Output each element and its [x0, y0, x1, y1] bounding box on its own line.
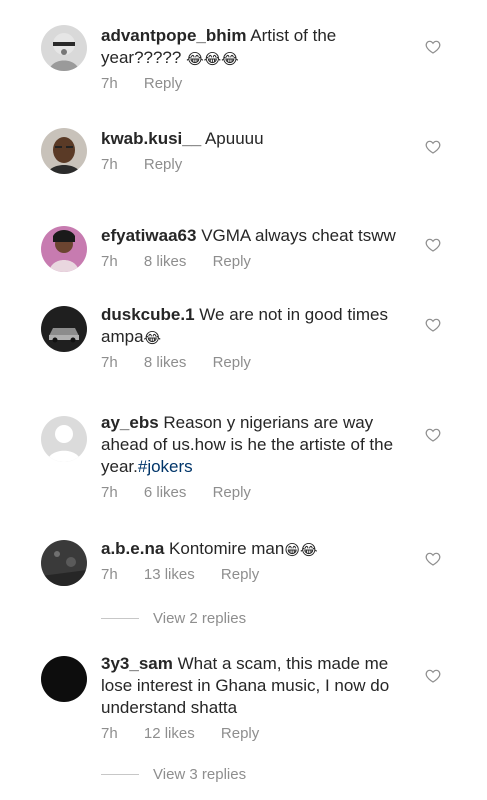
- likes-count[interactable]: 8 likes: [144, 253, 187, 270]
- comment-body: Kontomire man: [169, 539, 285, 558]
- reply-button[interactable]: Reply: [213, 354, 251, 371]
- heart-outline-icon[interactable]: [425, 317, 441, 333]
- grin-laugh-emoji-icon: 😁😂: [284, 542, 318, 559]
- comment-meta: 7h 8 likes Reply: [101, 354, 411, 372]
- hashtag-link[interactable]: #jokers: [138, 457, 193, 476]
- comment-username[interactable]: efyatiwaa63: [101, 226, 196, 245]
- avatar[interactable]: [41, 306, 87, 352]
- comment-text: a.b.e.na Kontomire man😁😂: [101, 538, 411, 560]
- heart-outline-icon[interactable]: [425, 668, 441, 684]
- comment-time: 7h: [101, 566, 118, 583]
- view-replies-label: View 3 replies: [153, 766, 247, 783]
- comment-time: 7h: [101, 354, 118, 371]
- avatar-image: [41, 128, 87, 174]
- view-replies-button[interactable]: View 3 replies: [101, 766, 246, 783]
- comment-time: 7h: [101, 725, 118, 742]
- avatar[interactable]: [41, 128, 87, 174]
- likes-count[interactable]: 6 likes: [144, 484, 187, 501]
- heart-outline-icon[interactable]: [425, 237, 441, 253]
- avatar[interactable]: [41, 540, 87, 586]
- avatar[interactable]: [41, 226, 87, 272]
- comment-text: ay_ebs Reason y nigerians are way ahead …: [101, 412, 411, 478]
- comment-username[interactable]: advantpope_bhim: [101, 26, 246, 45]
- comment-username[interactable]: a.b.e.na: [101, 539, 164, 558]
- avatar-image: [41, 416, 87, 462]
- likes-count[interactable]: 12 likes: [144, 725, 195, 742]
- avatar[interactable]: [41, 25, 87, 71]
- comment-username[interactable]: 3y3_sam: [101, 654, 173, 673]
- comment-text: efyatiwaa63 VGMA always cheat tsww: [101, 225, 411, 247]
- default-avatar-icon[interactable]: [41, 416, 87, 462]
- avatar[interactable]: [41, 656, 87, 702]
- likes-count[interactable]: 13 likes: [144, 566, 195, 583]
- likes-count[interactable]: 8 likes: [144, 354, 187, 371]
- avatar-image: [41, 306, 87, 352]
- comment-text: duskcube.1 We are not in good times ampa…: [101, 304, 411, 348]
- comment-text: kwab.kusi__ Apuuuu: [101, 128, 411, 150]
- heart-outline-icon[interactable]: [425, 427, 441, 443]
- comment-meta: 7h 8 likes Reply: [101, 253, 411, 271]
- comment-meta: 7h 12 likes Reply: [101, 725, 411, 743]
- reply-button[interactable]: Reply: [221, 566, 259, 583]
- avatar-image: [41, 540, 87, 586]
- comment-meta: 7h Reply: [101, 156, 411, 174]
- view-replies-label: View 2 replies: [153, 610, 247, 627]
- heart-outline-icon[interactable]: [425, 139, 441, 155]
- comment-username[interactable]: duskcube.1: [101, 305, 195, 324]
- comment-body: VGMA always cheat tsww: [201, 226, 396, 245]
- comment-time: 7h: [101, 75, 118, 92]
- avatar-image: [41, 25, 87, 71]
- heart-outline-icon[interactable]: [425, 551, 441, 567]
- comment-meta: 7h 13 likes Reply: [101, 566, 411, 584]
- comment-username[interactable]: ay_ebs: [101, 413, 159, 432]
- comment-text: advantpope_bhim Artist of the year????? …: [101, 25, 411, 69]
- laughing-emoji-icon: 😂😂😂: [186, 51, 239, 68]
- laughing-emoji-icon: 😂: [143, 330, 162, 347]
- replies-divider: [101, 618, 139, 619]
- reply-button[interactable]: Reply: [221, 725, 259, 742]
- replies-divider: [101, 774, 139, 775]
- reply-button[interactable]: Reply: [213, 253, 251, 270]
- heart-outline-icon[interactable]: [425, 39, 441, 55]
- reply-button[interactable]: Reply: [213, 484, 251, 501]
- comment-time: 7h: [101, 253, 118, 270]
- comment-text: 3y3_sam What a scam, this made me lose i…: [101, 653, 411, 719]
- avatar-image: [41, 226, 87, 272]
- comment-username[interactable]: kwab.kusi__: [101, 129, 201, 148]
- comment-meta: 7h Reply: [101, 75, 411, 93]
- comment-body: Apuuuu: [204, 129, 264, 148]
- comment-time: 7h: [101, 156, 118, 173]
- reply-button[interactable]: Reply: [144, 75, 182, 92]
- avatar-image: [41, 656, 87, 702]
- comment-meta: 7h 6 likes Reply: [101, 484, 411, 502]
- comment-time: 7h: [101, 484, 118, 501]
- view-replies-button[interactable]: View 2 replies: [101, 610, 246, 627]
- reply-button[interactable]: Reply: [144, 156, 182, 173]
